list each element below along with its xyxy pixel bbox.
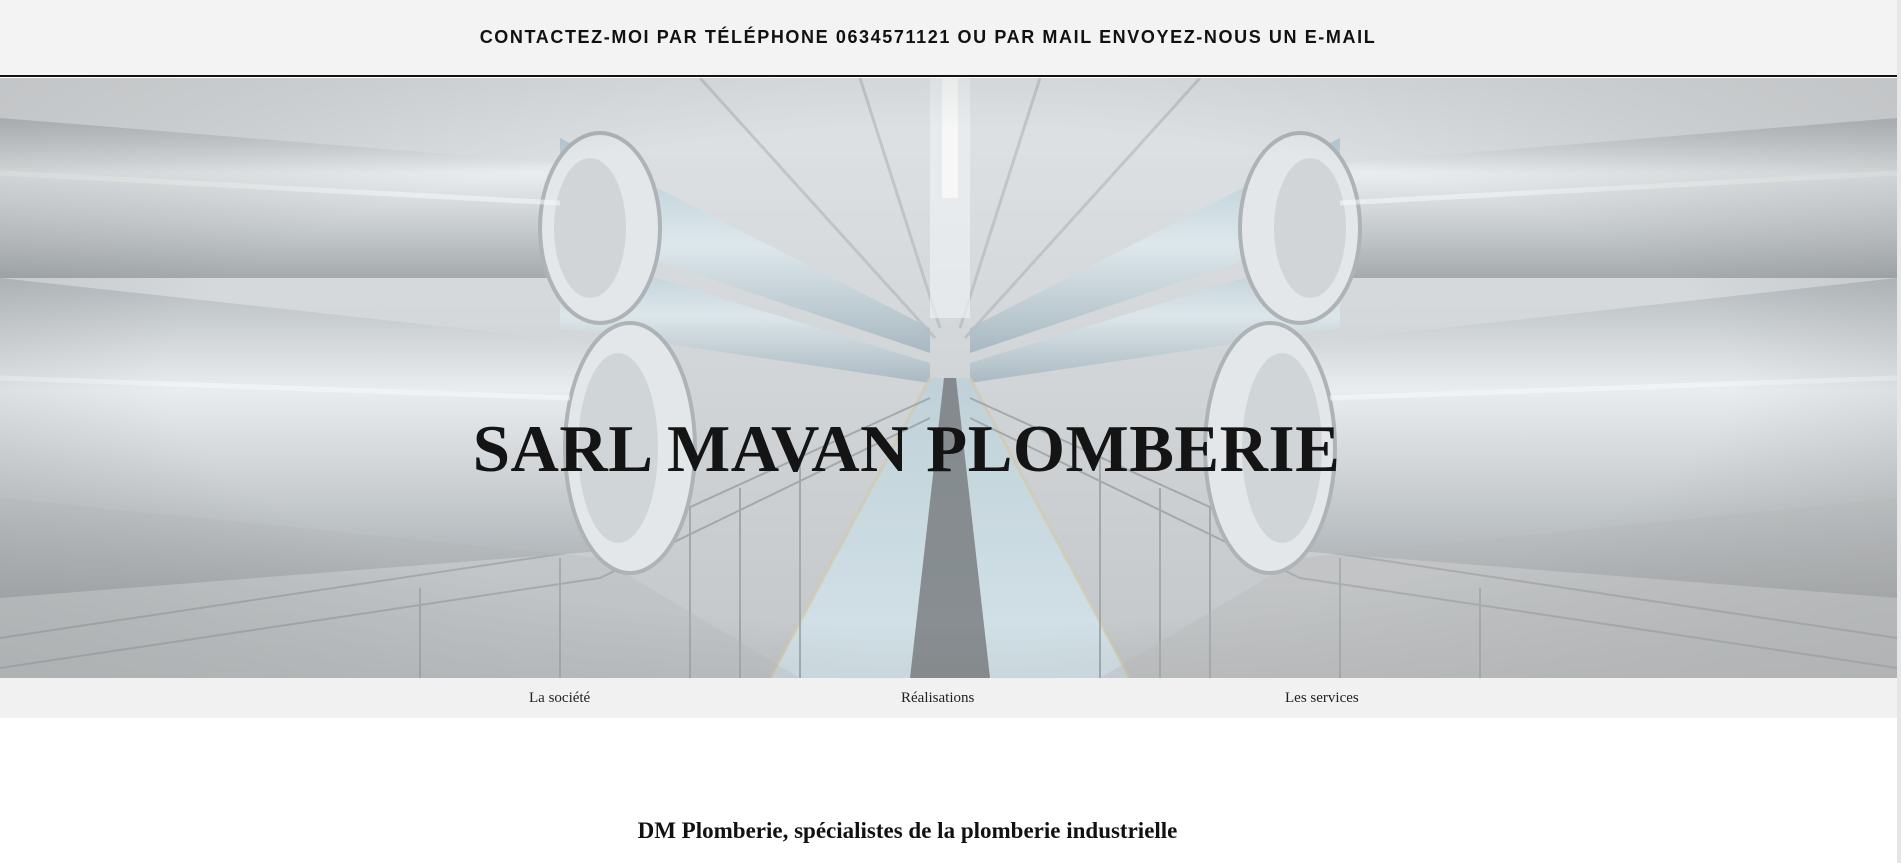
- main-nav: La société Réalisations Les services: [0, 678, 1897, 718]
- hero-title: SARL MAVAN PLOMBERIE: [472, 412, 1341, 486]
- nav-item-la-societe[interactable]: La société: [529, 678, 590, 718]
- page: CONTACTEZ-MOI PAR TÉLÉPHONE 0634571121 O…: [0, 0, 1901, 863]
- nav-item-realisations[interactable]: Réalisations: [901, 678, 974, 718]
- contact-bar: CONTACTEZ-MOI PAR TÉLÉPHONE 0634571121 O…: [0, 0, 1897, 77]
- nav-item-les-services[interactable]: Les services: [1285, 678, 1359, 718]
- hero-banner: SARL MAVAN PLOMBERIE: [0, 78, 1897, 678]
- main-content: DM Plomberie, spécialistes de la plomber…: [0, 718, 1897, 863]
- section-heading: DM Plomberie, spécialistes de la plomber…: [637, 818, 1178, 843]
- contact-text: CONTACTEZ-MOI PAR TÉLÉPHONE 0634571121 O…: [479, 27, 1377, 47]
- hero-overlay: [0, 78, 1897, 678]
- scrollbar[interactable]: [1897, 0, 1901, 863]
